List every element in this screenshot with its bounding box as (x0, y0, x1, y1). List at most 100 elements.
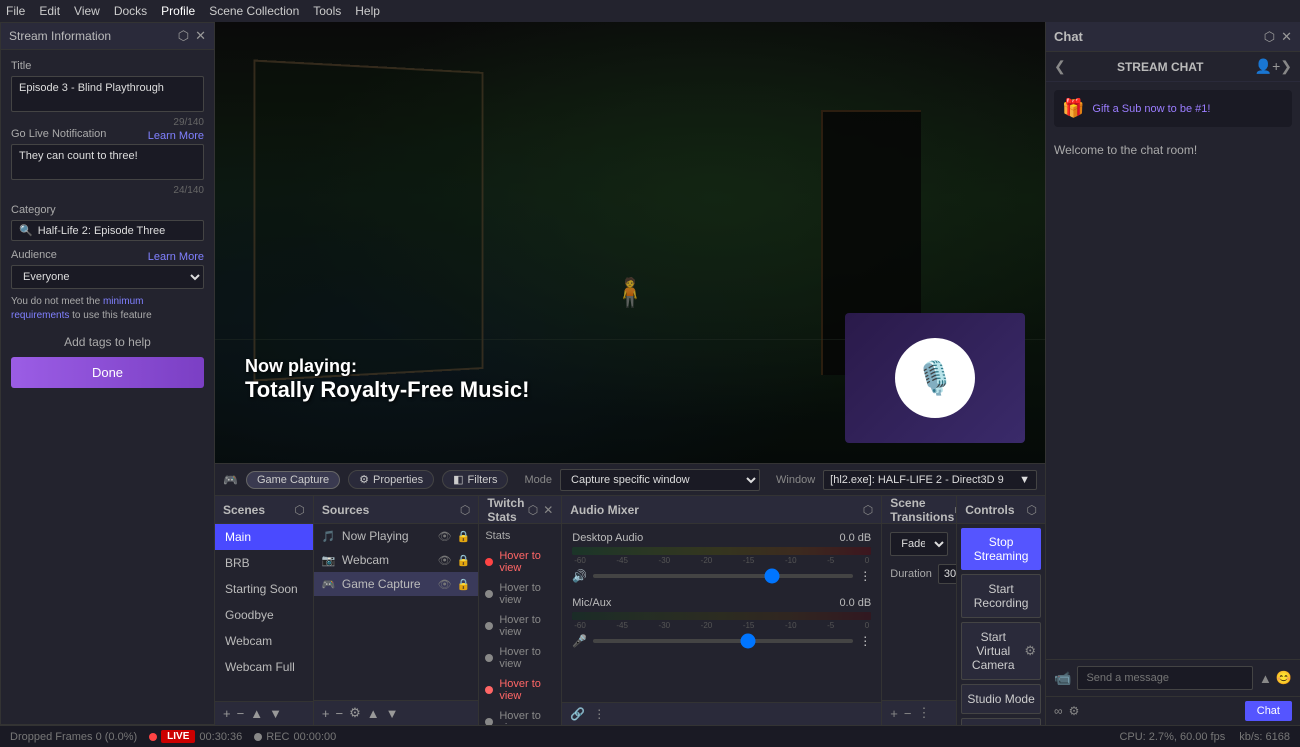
game-capture-pill[interactable]: Game Capture (246, 471, 340, 489)
title-char-count: 29/140 (11, 117, 204, 128)
stat-row-1[interactable]: Hover to view (485, 578, 555, 610)
audio-mixer-title-bar: Audio Mixer ⬡ (562, 496, 881, 524)
menu-view[interactable]: View (74, 4, 100, 18)
live-label: LIVE (161, 730, 195, 743)
menu-tools[interactable]: Tools (313, 4, 341, 18)
stat-row-0[interactable]: Hover to view (485, 546, 555, 578)
sources-settings-icon[interactable]: ⚙ (349, 705, 361, 721)
controls-pop-out-icon[interactable]: ⬡ (1027, 503, 1037, 517)
warning-text: You do not meet the minimum requirements… (11, 295, 204, 323)
sources-remove-icon[interactable]: − (336, 706, 344, 721)
scene-item-webcam-full[interactable]: Webcam Full (215, 654, 313, 680)
menu-help[interactable]: Help (355, 4, 380, 18)
menu-docks[interactable]: Docks (114, 4, 147, 18)
studio-mode-button[interactable]: Studio Mode (961, 684, 1041, 714)
scenes-down-icon[interactable]: ▼ (269, 706, 282, 721)
sources-down-icon[interactable]: ▼ (386, 706, 399, 721)
chat-add-icon[interactable]: 👤+ (1255, 58, 1281, 75)
source-eye-icon-1[interactable]: 👁 (438, 554, 452, 567)
source-lock-icon-1[interactable]: 🔒 (457, 554, 471, 567)
transitions-remove-icon[interactable]: − (904, 706, 912, 721)
start-recording-button[interactable]: Start Recording (961, 574, 1041, 618)
transitions-add-icon[interactable]: + (890, 706, 898, 721)
desktop-mute-icon[interactable]: 🔊 (572, 569, 587, 583)
duration-input[interactable] (938, 564, 957, 584)
scene-item-goodbye[interactable]: Goodbye (215, 602, 313, 628)
scenes-remove-icon[interactable]: − (237, 706, 245, 721)
settings-button[interactable]: Settings (961, 718, 1041, 725)
source-row-webcam[interactable]: 📷 Webcam 👁 🔒 (314, 548, 478, 572)
source-row-now-playing[interactable]: 🎵 Now Playing 👁 🔒 (314, 524, 478, 548)
sources-pop-out-icon[interactable]: ⬡ (460, 503, 470, 517)
desktop-audio-options-icon[interactable]: ⋮ (859, 569, 871, 583)
audio-options-icon[interactable]: ⋮ (593, 707, 605, 721)
audio-mixer-pop-out-icon[interactable]: ⬡ (863, 503, 873, 517)
scene-item-main[interactable]: Main (215, 524, 313, 550)
mic-audio-options-icon[interactable]: ⋮ (859, 634, 871, 648)
source-lock-icon-0[interactable]: 🔒 (457, 530, 471, 543)
chat-message-input[interactable] (1077, 666, 1253, 690)
stat-row-4[interactable]: Hover to view (485, 674, 555, 706)
title-input[interactable] (11, 76, 204, 112)
chat-close-icon[interactable]: ✕ (1281, 29, 1292, 45)
done-button[interactable]: Done (11, 357, 204, 388)
menu-scene-collection[interactable]: Scene Collection (209, 4, 299, 18)
stream-info-close-icon[interactable]: ✕ (195, 28, 206, 44)
source-eye-icon-2[interactable]: 👁 (438, 578, 452, 591)
mic-volume-slider[interactable] (593, 639, 853, 643)
source-eye-icon-0[interactable]: 👁 (438, 530, 452, 543)
source-lock-icon-2[interactable]: 🔒 (457, 578, 471, 591)
category-input[interactable] (38, 225, 196, 237)
chat-next-icon[interactable]: ❯ (1280, 58, 1292, 75)
chat-upload-icon[interactable]: ▲ (1259, 671, 1272, 686)
desktop-volume-slider[interactable] (593, 574, 853, 578)
virtual-cam-gear-icon[interactable]: ⚙ (1024, 643, 1036, 659)
twitch-stats-title: Twitch Stats (487, 496, 527, 524)
properties-pill[interactable]: ⚙ Properties (348, 470, 434, 489)
chat-welcome-message: Welcome to the chat room! (1054, 143, 1292, 157)
stop-streaming-button[interactable]: Stop Streaming (961, 528, 1041, 570)
chat-gear-icon[interactable]: ⚙ (1069, 704, 1080, 718)
transition-select[interactable]: Fade (890, 532, 948, 556)
stat-row-2[interactable]: Hover to view (485, 610, 555, 642)
start-virtual-camera-button[interactable]: Start Virtual Camera ⚙ (961, 622, 1041, 680)
mode-select[interactable]: Capture specific window (560, 469, 760, 491)
source-row-game-capture[interactable]: 🎮 Game Capture 👁 🔒 (314, 572, 478, 596)
stats-label: Stats (485, 530, 555, 542)
transitions-options-icon[interactable]: ⋮ (917, 705, 930, 721)
twitch-stats-pop-out-icon[interactable]: ⬡ (528, 503, 538, 517)
twitch-stats-close-icon[interactable]: ✕ (543, 503, 553, 517)
audience-learn-more[interactable]: Learn More (148, 251, 204, 263)
menu-edit[interactable]: Edit (39, 4, 60, 18)
minimum-req-link[interactable]: minimum requirements (11, 296, 144, 321)
controls-panel: Controls ⬡ Stop Streaming Start Recordin… (957, 496, 1045, 725)
audience-select[interactable]: Everyone (11, 265, 204, 289)
chat-pop-out-icon[interactable]: ⬡ (1264, 29, 1275, 45)
game-capture-icon: 🎮 (223, 473, 238, 487)
chat-emoji-icon[interactable]: 😊 (1276, 670, 1292, 686)
stat-row-3[interactable]: Hover to view (485, 642, 555, 674)
scene-item-starting-soon[interactable]: Starting Soon (215, 576, 313, 602)
chat-send-button[interactable]: Chat (1245, 701, 1292, 721)
scene-item-webcam[interactable]: Webcam (215, 628, 313, 654)
go-live-learn-more[interactable]: Learn More (148, 130, 204, 142)
mic-mute-icon[interactable]: 🎤 (572, 634, 587, 648)
chat-prev-icon[interactable]: ❮ (1054, 58, 1066, 75)
stat-row-5[interactable]: Hover to view (485, 706, 555, 725)
sources-add-icon[interactable]: + (322, 706, 330, 721)
go-live-input[interactable] (11, 144, 204, 180)
scenes-add-icon[interactable]: + (223, 706, 231, 721)
scene-item-brb[interactable]: BRB (215, 550, 313, 576)
audio-add-icon[interactable]: 🔗 (570, 707, 585, 721)
source-game-icon: 🎮 (322, 578, 336, 591)
scenes-pop-out-icon[interactable]: ⬡ (294, 503, 304, 517)
scenes-up-icon[interactable]: ▲ (250, 706, 263, 721)
window-dropdown-icon[interactable]: ▼ (1019, 474, 1030, 486)
menu-file[interactable]: File (6, 4, 25, 18)
stream-info-pop-out-icon[interactable]: ⬡ (178, 28, 189, 44)
sources-up-icon[interactable]: ▲ (367, 706, 380, 721)
filters-pill[interactable]: ◧ Filters (442, 470, 508, 489)
menu-profile[interactable]: Profile (161, 4, 195, 18)
dropped-frames-status: Dropped Frames 0 (0.0%) (10, 731, 137, 743)
chat-settings-icon[interactable]: ∞ (1054, 704, 1063, 718)
